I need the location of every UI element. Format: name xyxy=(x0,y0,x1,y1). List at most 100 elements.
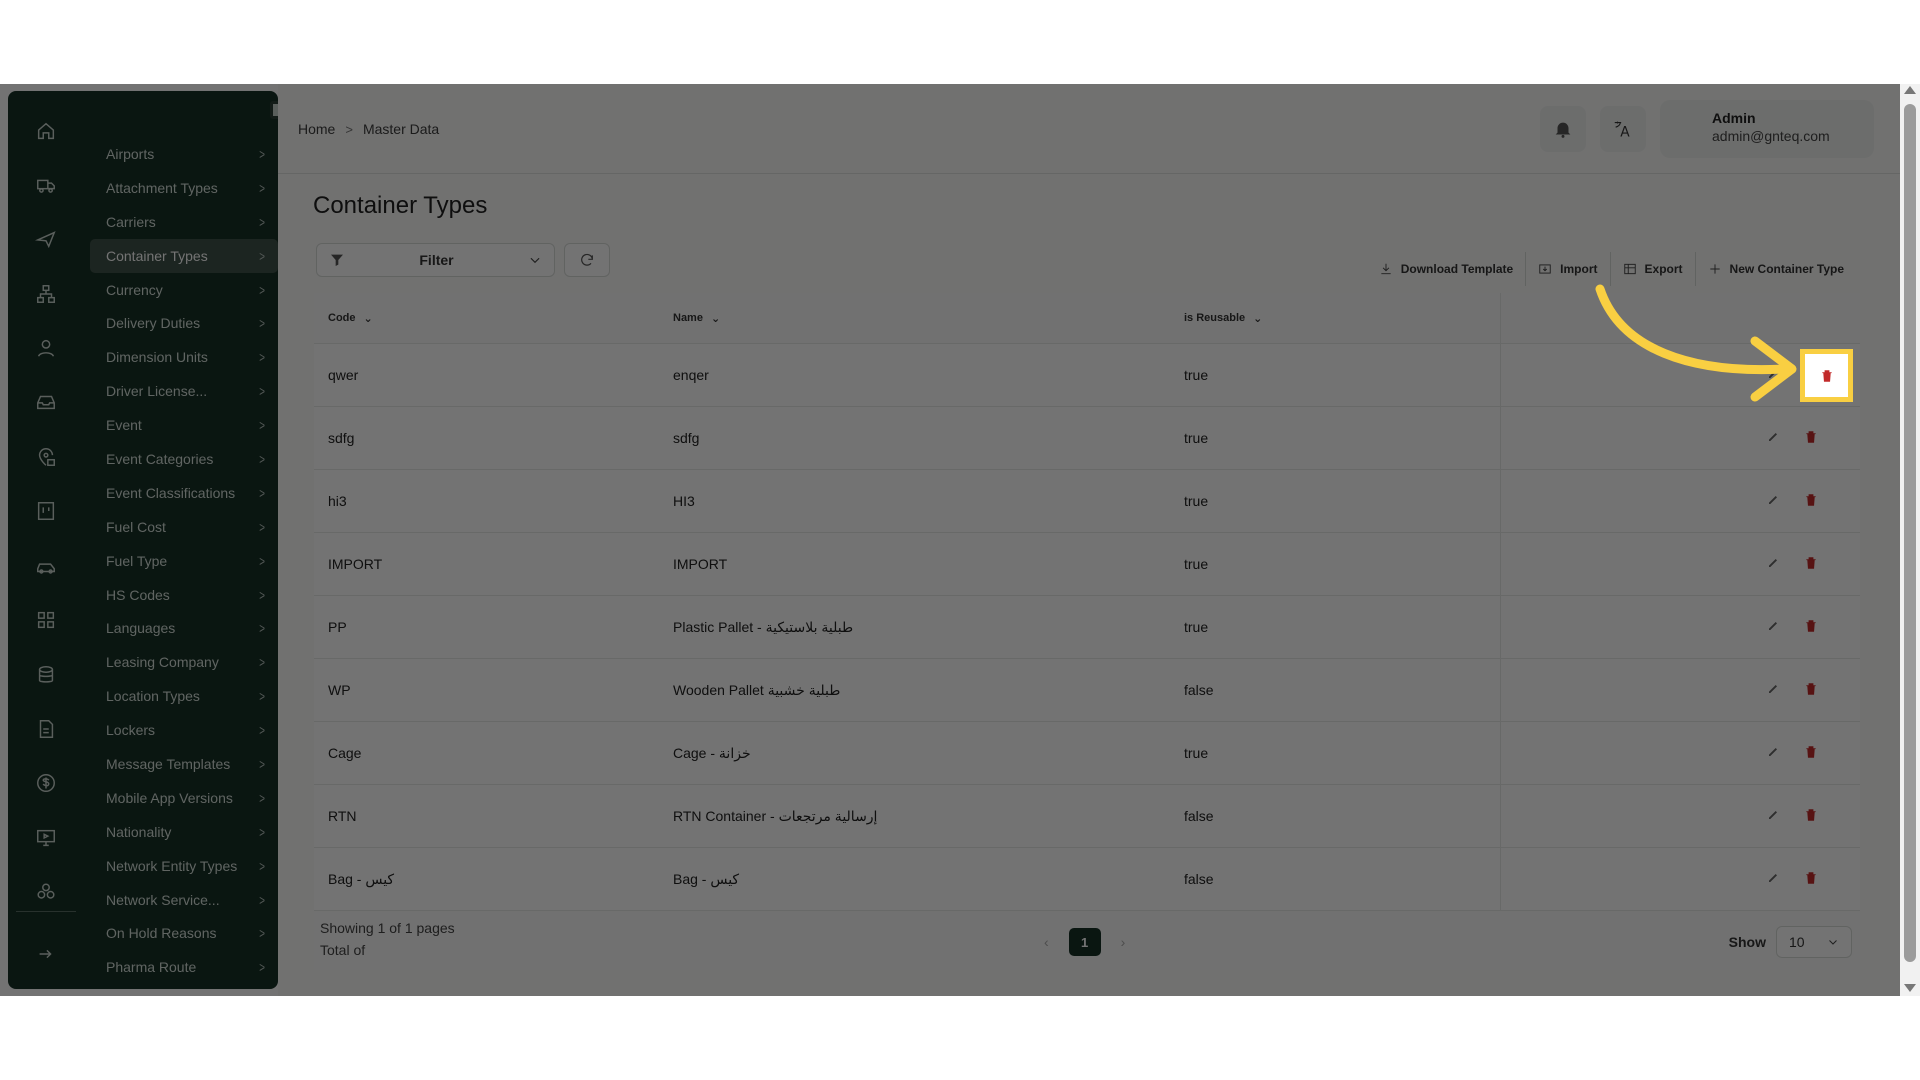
new-container-type-button[interactable]: New Container Type xyxy=(1696,252,1844,286)
delete-icon[interactable] xyxy=(1803,870,1819,886)
delete-icon[interactable] xyxy=(1803,429,1819,445)
menu-item-languages[interactable]: Languages > xyxy=(90,611,278,645)
delete-icon[interactable] xyxy=(1803,744,1819,760)
scroll-down-arrow-icon[interactable] xyxy=(1904,984,1916,992)
menu-item-pharma-route[interactable]: Pharma Route > xyxy=(90,950,278,984)
menu-item-dimension-units[interactable]: Dimension Units > xyxy=(90,340,278,374)
menu-item-hs-codes[interactable]: HS Codes > xyxy=(90,578,278,612)
menu-item-label: Dimension Units xyxy=(106,349,208,366)
highlighted-delete-button[interactable] xyxy=(1800,349,1853,402)
menu-item-driver-license[interactable]: Driver License... > xyxy=(90,374,278,408)
monitor-icon[interactable] xyxy=(34,826,58,850)
table-row[interactable]: WP Wooden Pallet طبلية خشبية false xyxy=(314,659,1860,722)
menu-item-container-types[interactable]: Container Types > xyxy=(90,238,278,273)
delete-icon[interactable] xyxy=(1803,492,1819,508)
edit-icon[interactable] xyxy=(1765,366,1781,382)
breadcrumb-home[interactable]: Home xyxy=(298,121,335,137)
column-header-is-reusable[interactable]: is Reusable ⌄ xyxy=(1170,312,1500,325)
page-size-select[interactable]: 10 xyxy=(1776,926,1852,958)
delete-icon[interactable] xyxy=(1803,555,1819,571)
filter-dropdown[interactable]: Filter xyxy=(316,243,555,277)
edit-icon[interactable] xyxy=(1765,681,1781,697)
edit-icon[interactable] xyxy=(1765,807,1781,823)
refresh-button[interactable] xyxy=(564,243,610,277)
vertical-scrollbar[interactable] xyxy=(1900,84,1920,996)
chevron-right-icon[interactable]: › xyxy=(1121,934,1126,950)
scroll-up-arrow-icon[interactable] xyxy=(1904,86,1916,94)
location-lock-icon[interactable] xyxy=(34,445,58,469)
cell-code: RTN xyxy=(328,808,357,824)
delete-icon[interactable] xyxy=(1803,618,1819,634)
menu-item-currency[interactable]: Currency > xyxy=(90,273,278,307)
table-row[interactable]: sdfg sdfg true xyxy=(314,407,1860,470)
database-icon[interactable] xyxy=(34,663,58,687)
network-icon[interactable] xyxy=(34,282,58,306)
user-profile[interactable]: Admin admin@gnteq.com xyxy=(1660,100,1874,158)
export-button[interactable]: Export xyxy=(1611,252,1696,286)
scrollbar-thumb[interactable] xyxy=(1904,104,1916,962)
page-button-current[interactable]: 1 xyxy=(1068,928,1101,956)
menu-item-lockers[interactable]: Lockers > xyxy=(90,713,278,747)
menu-item-nationality[interactable]: Nationality > xyxy=(90,815,278,849)
table-row[interactable]: PP Plastic Pallet - طبلية بلاستيكية true xyxy=(314,596,1860,659)
table-row[interactable]: qwer enqer true xyxy=(314,344,1860,407)
menu-item-event-categories[interactable]: Event Categories > xyxy=(90,442,278,476)
refresh-icon xyxy=(581,253,593,266)
menu-item-on-hold-reasons[interactable]: On Hold Reasons > xyxy=(90,916,278,950)
column-header-code[interactable]: Code ⌄ xyxy=(314,312,659,325)
menu-item-message-templates[interactable]: Message Templates > xyxy=(90,747,278,781)
language-button[interactable]: A xyxy=(1600,106,1646,152)
delete-icon[interactable] xyxy=(1803,807,1819,823)
chevron-right-icon: > xyxy=(259,417,265,434)
car-icon[interactable] xyxy=(34,554,58,578)
menu-item-network-service[interactable]: Network Service... > xyxy=(90,883,278,917)
cell-name: Cage - خزانة xyxy=(673,744,751,761)
menu-item-airports[interactable]: Airports > xyxy=(90,137,278,171)
chevron-left-icon[interactable]: ‹ xyxy=(1044,934,1049,950)
delete-icon[interactable] xyxy=(1803,681,1819,697)
column-header-name[interactable]: Name ⌄ xyxy=(659,312,1170,325)
main-content: Home > Master Data A Admin admin@gnteq.c… xyxy=(278,84,1900,996)
menu-item-carriers[interactable]: Carriers > xyxy=(90,205,278,239)
menu-item-network-entity-types[interactable]: Network Entity Types > xyxy=(90,849,278,883)
table-row[interactable]: IMPORT IMPORT true xyxy=(314,533,1860,596)
download-template-button[interactable]: Download Template xyxy=(1367,252,1527,286)
notifications-button[interactable] xyxy=(1540,106,1586,152)
table-row[interactable]: Cage Cage - خزانة true xyxy=(314,722,1860,785)
chevron-right-icon: > xyxy=(259,383,265,400)
document-icon[interactable] xyxy=(34,717,58,741)
board-icon[interactable] xyxy=(34,499,58,523)
edit-icon[interactable] xyxy=(1765,555,1781,571)
menu-item-attachment-types[interactable]: Attachment Types > xyxy=(90,171,278,205)
download-template-label: Download Template xyxy=(1400,262,1514,276)
table-row[interactable]: Bag - كيس Bag - كيس false xyxy=(314,848,1860,911)
logout-icon[interactable] xyxy=(34,942,58,966)
edit-icon[interactable] xyxy=(1765,492,1781,508)
edit-icon[interactable] xyxy=(1765,618,1781,634)
plane-icon[interactable] xyxy=(34,227,58,251)
edit-icon[interactable] xyxy=(1765,744,1781,760)
menu-item-event-classifications[interactable]: Event Classifications > xyxy=(90,476,278,510)
cubes-icon[interactable] xyxy=(34,880,58,904)
inbox-icon[interactable] xyxy=(34,390,58,414)
import-button[interactable]: Import xyxy=(1526,252,1611,286)
user-icon[interactable] xyxy=(34,336,58,360)
menu-item-event[interactable]: Event > xyxy=(90,408,278,442)
edit-icon[interactable] xyxy=(1765,429,1781,445)
home-icon[interactable] xyxy=(34,119,58,143)
edit-icon[interactable] xyxy=(1765,870,1781,886)
breadcrumb-master-data[interactable]: Master Data xyxy=(363,121,439,137)
grid-icon[interactable] xyxy=(34,608,58,632)
menu-item-fuel-cost[interactable]: Fuel Cost > xyxy=(90,510,278,544)
sort-chevron-icon: ⌄ xyxy=(1253,312,1263,325)
dollar-icon[interactable] xyxy=(34,771,58,795)
table-row[interactable]: hi3 HI3 true xyxy=(314,470,1860,533)
menu-item-location-types[interactable]: Location Types > xyxy=(90,679,278,713)
menu-item-mobile-app-versions[interactable]: Mobile App Versions > xyxy=(90,781,278,815)
table-row[interactable]: RTN RTN Container - إرسالية مرتجعات false xyxy=(314,785,1860,848)
menu-item-leasing-company[interactable]: Leasing Company > xyxy=(90,645,278,679)
menu-item-delivery-duties[interactable]: Delivery Duties > xyxy=(90,306,278,340)
menu-item-fuel-type[interactable]: Fuel Type > xyxy=(90,544,278,578)
truck-icon[interactable] xyxy=(34,173,58,197)
cell-is-reusable: true xyxy=(1184,556,1209,572)
